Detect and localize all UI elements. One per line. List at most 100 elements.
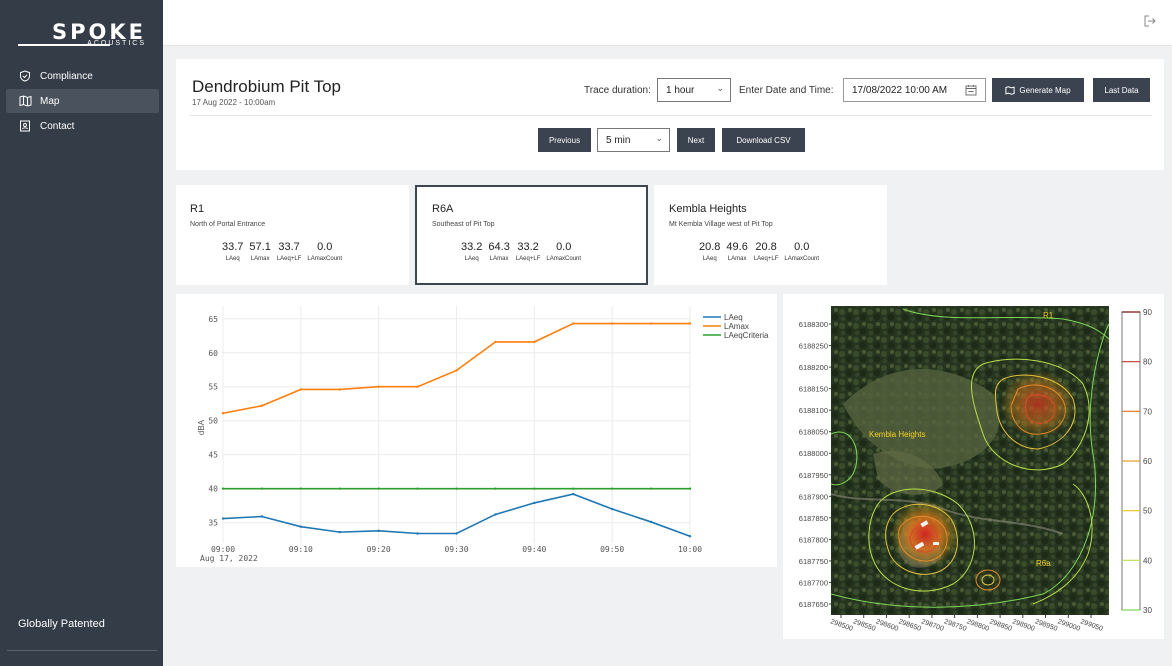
data-point-laeq[interactable] <box>221 517 225 520</box>
map-x-tick-label: 298650 <box>898 618 922 633</box>
calendar-icon[interactable] <box>965 84 977 96</box>
metric-unit: LAmaxCount <box>784 256 820 262</box>
y-axis-label: dBA <box>197 419 206 435</box>
colorbar-tick-label: 80 <box>1143 358 1152 367</box>
data-point-laeq[interactable] <box>377 529 380 532</box>
data-point-laeq[interactable] <box>338 530 341 534</box>
last-data-button[interactable]: Last Data <box>1093 78 1150 102</box>
metric-value: 33.7 <box>222 241 244 253</box>
data-point-laeq[interactable] <box>533 501 536 505</box>
receiver-metrics: 33.2 LAeq 64.3 LAmax 33.2 LAeq+LF 0.0 LAmaxC… <box>461 241 587 262</box>
data-point-lamax[interactable] <box>494 340 497 344</box>
legend-label[interactable]: LAeqCriteria <box>724 331 769 340</box>
map-y-tick-label: 6188150 <box>799 385 828 394</box>
data-point-laeqcriteria[interactable] <box>416 487 419 490</box>
x-tick-label: 10:00 <box>678 545 702 554</box>
data-point-laeq[interactable] <box>494 513 497 516</box>
x-tick-label: 09:30 <box>444 545 468 554</box>
noise-line-chart[interactable]: 35 40 45 50 55 60 65 09:00 09:10 09:20 09:30 09:40 0… <box>176 294 777 567</box>
trace-duration-select[interactable]: 1 hour ⌄ <box>657 78 731 102</box>
x-tick-label: 09:00 <box>211 545 235 554</box>
next-button[interactable]: Next <box>677 128 715 152</box>
data-point-laeq[interactable] <box>455 532 458 535</box>
metric-unit: LAmax <box>489 256 509 262</box>
receiver-card-r6a[interactable]: R6A Southeast of Pit Top 33.2 LAeq 64.3 LA… <box>415 185 648 285</box>
generate-map-button[interactable]: Generate Map <box>992 78 1084 102</box>
sidebar-item-map[interactable]: Map <box>6 89 159 113</box>
data-point-laeqcriteria[interactable] <box>338 487 341 490</box>
data-point-laeq[interactable] <box>572 492 575 496</box>
data-point-laeq[interactable] <box>610 507 614 511</box>
data-point-laeqcriteria[interactable] <box>494 487 497 490</box>
metric-value: 20.8 <box>699 241 721 253</box>
map-y-tick-label: 6187800 <box>799 535 828 544</box>
receiver-metrics: 20.8 LAeq 49.6 LAmax 20.8 LAeq+LF 0.0 LAmaxC… <box>699 241 825 262</box>
metric-value: 49.6 <box>726 241 748 253</box>
data-point-laeqcriteria[interactable] <box>649 487 653 490</box>
y-tick-label: 45 <box>208 451 218 460</box>
data-point-laeqcriteria[interactable] <box>221 487 225 490</box>
receiver-description: Mt Kembla Village west of Pit Top <box>669 221 773 228</box>
data-point-lamax[interactable] <box>260 404 264 407</box>
data-point-laeq[interactable] <box>260 515 264 518</box>
metric-value: 33.2 <box>517 241 539 253</box>
data-point-laeqcriteria[interactable] <box>377 487 380 490</box>
receiver-card-kembla-heights[interactable]: Kembla Heights Mt Kembla Village west of… <box>654 185 887 285</box>
data-point-laeqcriteria[interactable] <box>610 487 614 490</box>
data-point-laeq[interactable] <box>688 535 692 538</box>
metric-unit: LAeq+LF <box>753 256 779 262</box>
receiver-name: R6A <box>432 203 454 215</box>
data-point-laeq[interactable] <box>416 532 419 535</box>
data-point-lamax[interactable] <box>572 322 575 325</box>
step-select[interactable]: 5 min ⌄ <box>597 128 670 152</box>
legend-label[interactable]: LAeq <box>724 313 743 322</box>
data-point-lamax[interactable] <box>299 388 303 391</box>
data-point-lamax[interactable] <box>455 369 458 372</box>
map-y-tick-label: 6187950 <box>799 471 828 480</box>
date-time-value: 17/08/2022 10:00 AM <box>852 84 948 96</box>
metric-unit: LAeq+LF <box>276 256 302 262</box>
data-point-laeq[interactable] <box>299 525 303 528</box>
legend-label[interactable]: LAmax <box>724 322 749 331</box>
data-point-lamax[interactable] <box>688 322 692 325</box>
receiver-description: North of Portal Entrance <box>190 221 266 228</box>
data-point-laeqcriteria[interactable] <box>572 487 575 490</box>
download-csv-button[interactable]: Download CSV <box>722 128 805 152</box>
data-point-laeqcriteria[interactable] <box>688 487 692 490</box>
map-label-r6a: R6a <box>1036 559 1051 568</box>
data-point-lamax[interactable] <box>416 385 419 388</box>
metric-laeq: 20.8 LAeq <box>699 241 720 262</box>
data-point-laeqcriteria[interactable] <box>533 487 536 490</box>
data-point-lamax[interactable] <box>533 340 536 344</box>
top-bar <box>163 0 1172 46</box>
map-y-tick-label: 6187700 <box>799 578 828 587</box>
map-x-tick-label: 298950 <box>1034 618 1058 633</box>
data-point-lamax[interactable] <box>377 385 380 388</box>
data-point-laeqcriteria[interactable] <box>455 487 458 490</box>
data-point-lamax[interactable] <box>610 322 614 325</box>
data-point-laeq[interactable] <box>649 520 653 524</box>
data-point-lamax[interactable] <box>649 322 653 325</box>
data-point-laeqcriteria[interactable] <box>299 487 303 490</box>
colorbar-tick-label: 40 <box>1143 556 1152 565</box>
logout-icon[interactable] <box>1143 14 1157 28</box>
map-y-tick-label: 6188100 <box>799 406 828 415</box>
map-x-tick-label: 298500 <box>829 618 853 633</box>
noise-contour-map[interactable]: R1 Kembla Heights R6a 618830061882506188… <box>783 294 1164 639</box>
sidebar-item-contact[interactable]: Contact <box>0 114 163 138</box>
metric-unit: LAmaxCount <box>307 256 343 262</box>
sidebar-item-compliance[interactable]: Compliance <box>0 64 163 88</box>
map-y-axis: 6188300 6188250 6188200 6188150 6188100 61880… <box>799 320 831 609</box>
date-time-input[interactable]: 17/08/2022 10:00 AM <box>843 78 986 102</box>
data-point-lamax[interactable] <box>338 388 341 391</box>
spoke-logo[interactable]: SPOKE ACOUSTICS <box>18 20 146 48</box>
metric-unit: LAeq+LF <box>515 256 541 262</box>
metric-lamax: 64.3 LAmax <box>488 241 509 262</box>
colorbar-tick-label: 90 <box>1143 308 1152 317</box>
patent-text: Globally Patented <box>18 618 105 630</box>
previous-button[interactable]: Previous <box>538 128 591 152</box>
receiver-card-r1[interactable]: R1 North of Portal Entrance 33.7 LAeq 57.… <box>176 185 409 285</box>
data-point-laeqcriteria[interactable] <box>260 487 264 490</box>
data-point-lamax[interactable] <box>221 412 225 415</box>
x-tick-label: 09:50 <box>600 545 624 554</box>
